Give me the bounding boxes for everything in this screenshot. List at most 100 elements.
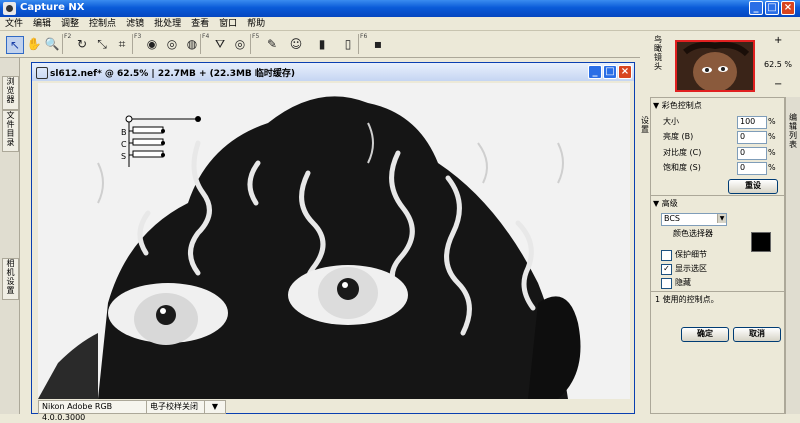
crop-tool-icon[interactable]: ⌗ (114, 36, 130, 52)
fill-tool-icon[interactable]: ▯ (340, 36, 356, 52)
rotate-tool-icon[interactable]: ↻ (74, 36, 90, 52)
left-panel: 浏览器 文件目录 相机设置 (0, 58, 20, 414)
document-maximize-button[interactable]: □ (603, 65, 617, 79)
size-unit: % (768, 117, 776, 126)
toolbar-group-label-f4: F4 (200, 34, 209, 54)
lasso-tool-icon[interactable]: ☺ (288, 36, 304, 52)
brightness-input[interactable]: 0 (737, 131, 767, 144)
tab-browser[interactable]: 浏览器 (2, 76, 19, 110)
size-input[interactable]: 100 (737, 116, 767, 129)
close-button[interactable]: × (781, 1, 795, 15)
app-title-bar: Capture NX _ □ × (0, 0, 800, 17)
mode-select[interactable]: BCS ▼ (661, 213, 727, 226)
zoom-level: 62.5 % (764, 60, 792, 69)
size-label: 大小 (663, 117, 679, 126)
settings-side-label: 设置 (641, 116, 649, 134)
document-status-bar: Nikon Adobe RGB 4.0.0.3000 电子校样关闭 ▼ (32, 399, 634, 422)
saturation-unit: % (768, 163, 776, 172)
hand-tool-icon[interactable]: ✋ (26, 36, 42, 52)
protect-details-label: 保护细节 (675, 250, 707, 259)
mode-select-value: BCS (664, 214, 681, 223)
saturation-label: 饱和度 (S) (663, 163, 701, 172)
menu-file[interactable]: 文件 (0, 17, 28, 31)
right-panel-gutter (640, 31, 650, 414)
neutral-control-point-icon[interactable]: ◎ (164, 36, 180, 52)
toolbar-group-label-f6: F6 (358, 34, 367, 54)
inverted-portrait-image: B C S (38, 83, 630, 399)
toolbar-group-label-f3: F3 (132, 34, 141, 54)
auto-retouch-brush-icon[interactable]: ⛛ (212, 36, 228, 52)
selection-brush-icon[interactable]: ✎ (264, 36, 280, 52)
document-close-button[interactable]: × (618, 65, 632, 79)
zoom-out-icon[interactable]: − (774, 79, 782, 90)
contrast-input[interactable]: 0 (737, 147, 767, 160)
menu-adjust[interactable]: 调整 (56, 17, 84, 31)
zoom-in-icon[interactable]: + (774, 35, 782, 46)
menu-filter[interactable]: 滤镜 (121, 17, 149, 31)
show-selection-label: 显示选区 (675, 264, 707, 273)
zoom-tool-icon[interactable]: 🔍 (44, 36, 60, 52)
status-divider (651, 291, 784, 292)
image-canvas[interactable]: B C S (38, 83, 630, 399)
menu-view[interactable]: 查看 (186, 17, 214, 31)
thumbnail-image (677, 42, 753, 90)
edit-list-strip: 编辑列表 (785, 97, 800, 414)
selection-control-point-icon[interactable]: ▪ (370, 36, 386, 52)
control-point-label-s: S (121, 152, 126, 161)
birds-eye-panel: 鸟瞰镜头 + 62.5 % − (650, 31, 800, 97)
control-point-count-status: 1 使用的控制点。 (655, 295, 719, 304)
maximize-button[interactable]: □ (765, 1, 779, 15)
protect-details-checkbox[interactable] (661, 250, 672, 261)
menu-bar: 文件 编辑 调整 控制点 滤镜 批处理 查看 窗口 帮助 (0, 17, 800, 31)
color-picker-swatch[interactable] (751, 232, 771, 252)
gradient-tool-icon[interactable]: ▮ (314, 36, 330, 52)
menu-edit[interactable]: 编辑 (28, 17, 56, 31)
softproof-status: 电子校样关闭 (146, 400, 210, 414)
birds-eye-thumbnail[interactable] (675, 40, 755, 92)
control-point-label-b: B (121, 128, 127, 137)
hide-checkbox[interactable] (661, 278, 672, 289)
softproof-dropdown-button[interactable]: ▼ (204, 400, 226, 414)
advanced-header[interactable]: ▼ 高级 (653, 198, 678, 210)
tab-folders[interactable]: 文件目录 (2, 110, 19, 152)
hide-label: 隐藏 (675, 278, 691, 287)
straighten-tool-icon[interactable]: ⤡ (94, 36, 110, 52)
color-control-point-header[interactable]: ▼ 彩色控制点 (653, 100, 702, 112)
edit-list-tab[interactable]: 编辑列表 (788, 113, 798, 149)
menu-control-points[interactable]: 控制点 (84, 17, 121, 31)
cancel-button[interactable]: 取消 (733, 327, 781, 342)
ok-button[interactable]: 确定 (681, 327, 729, 342)
direct-select-tool-icon[interactable]: ↖ (6, 36, 24, 54)
menu-batch[interactable]: 批处理 (149, 17, 186, 31)
show-selection-checkbox[interactable]: ✓ (661, 264, 672, 275)
white-control-point-icon[interactable]: ◍ (184, 36, 200, 52)
document-icon (36, 67, 48, 79)
red-eye-tool-icon[interactable]: ◎ (232, 36, 248, 52)
color-picker-label: 颜色选择器 (673, 229, 713, 238)
zoom-controls: + 62.5 % − (764, 35, 794, 93)
contrast-label: 对比度 (C) (663, 148, 702, 157)
document-title-bar: sl612.nef* @ 62.5% | 22.7MB + (22.3MB 临时… (32, 63, 634, 81)
color-control-point-title: 彩色控制点 (661, 101, 702, 110)
menu-window[interactable]: 窗口 (214, 17, 242, 31)
birds-eye-label: 鸟瞰镜头 (654, 35, 662, 71)
minimize-button[interactable]: _ (749, 1, 763, 15)
document-window: sl612.nef* @ 62.5% | 22.7MB + (22.3MB 临时… (31, 62, 635, 422)
app-logo-icon (3, 2, 16, 15)
advanced-title: 高级 (661, 199, 678, 208)
control-point-label-c: C (121, 140, 127, 149)
document-minimize-button[interactable]: _ (588, 65, 602, 79)
document-title: sl612.nef* @ 62.5% | 22.7MB + (22.3MB 临时… (50, 69, 296, 79)
saturation-input[interactable]: 0 (737, 162, 767, 175)
chevron-down-icon: ▼ (717, 214, 726, 223)
menu-help[interactable]: 帮助 (242, 17, 270, 31)
section-divider (651, 195, 784, 196)
color-profile-status: Nikon Adobe RGB 4.0.0.3000 (38, 400, 150, 422)
brightness-unit: % (768, 132, 776, 141)
toolbar: ↖ ✋ 🔍 F2 ↻ ⤡ ⌗ F3 ◉ ◎ ◍ F4 ⛛ ◎ F5 ✎ ☺ ▮ … (0, 31, 640, 58)
black-control-point-icon[interactable]: ◉ (144, 36, 160, 52)
tab-camera-settings[interactable]: 相机设置 (2, 258, 19, 300)
app-title: Capture NX (20, 2, 85, 13)
reset-button[interactable]: 重设 (728, 179, 778, 194)
toolbar-group-label-f5: F5 (250, 34, 259, 54)
